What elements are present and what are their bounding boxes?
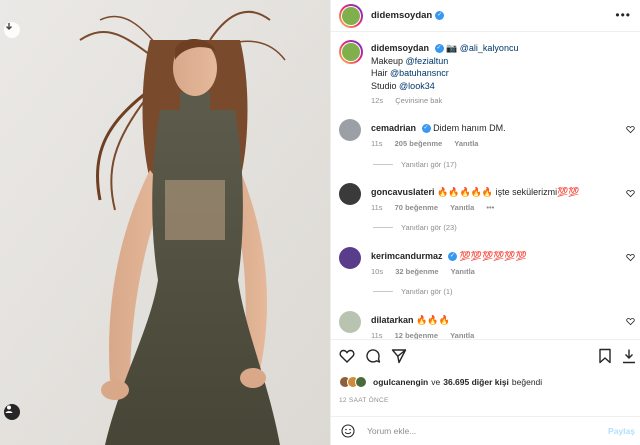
commenter-avatar[interactable] bbox=[339, 247, 361, 269]
comment-likes[interactable]: 32 beğenme bbox=[395, 267, 438, 276]
verified-badge-icon: ✓ bbox=[435, 11, 445, 20]
download-button[interactable] bbox=[4, 22, 20, 38]
verified-badge-icon: ✓ bbox=[434, 44, 444, 54]
commenter-avatar[interactable] bbox=[339, 311, 361, 333]
view-replies-label: Yanıtları gör (17) bbox=[401, 160, 457, 169]
send-icon[interactable] bbox=[391, 348, 407, 364]
comment-more-options[interactable]: ••• bbox=[486, 203, 494, 212]
author-avatar[interactable] bbox=[339, 3, 363, 28]
makeup-label: Makeup bbox=[371, 55, 404, 66]
makeup-mention[interactable]: @fezialtun bbox=[406, 56, 449, 66]
liker-avatar bbox=[355, 376, 367, 388]
hair-label: Hair bbox=[371, 68, 388, 78]
comment-age: 10s bbox=[371, 267, 384, 276]
comment-like-heart-icon[interactable] bbox=[626, 125, 635, 134]
commenter-username[interactable]: cemadrian bbox=[371, 123, 416, 133]
download-icon bbox=[6, 23, 12, 30]
comment-age: 11s bbox=[371, 203, 383, 212]
comment-likes[interactable]: 70 beğenme bbox=[395, 203, 438, 212]
verified-badge-icon: ✓ bbox=[421, 124, 431, 134]
share-comment-button[interactable]: Paylaş bbox=[608, 426, 635, 436]
commenter-avatar[interactable] bbox=[339, 119, 361, 141]
comment-text: Didem hanım DM. bbox=[433, 123, 506, 133]
view-replies-label: Yanıtları gör (1) bbox=[401, 287, 453, 296]
commenter-avatar[interactable] bbox=[339, 183, 361, 205]
view-replies-button[interactable]: Yanıtları gör (23) bbox=[373, 223, 457, 232]
comment-like-heart-icon[interactable] bbox=[626, 253, 635, 262]
commenter-username[interactable]: dilatarkan bbox=[371, 315, 414, 325]
comment-text: 🔥🔥🔥 bbox=[416, 315, 450, 325]
comment-age: 11s bbox=[371, 139, 383, 148]
likes-summary[interactable]: ogulcanengin ve 36.695 diğer kişi beğend… bbox=[339, 376, 542, 388]
comment-icon[interactable] bbox=[365, 348, 381, 364]
comment-like-heart-icon[interactable] bbox=[626, 317, 635, 326]
likes-connector: ve bbox=[431, 377, 441, 387]
action-bar: ogulcanengin ve 36.695 diğer kişi beğend… bbox=[331, 339, 640, 399]
bookmark-icon[interactable] bbox=[597, 348, 613, 364]
comment-input[interactable] bbox=[367, 426, 587, 436]
comment-like-heart-icon[interactable] bbox=[626, 189, 635, 198]
studio-mention[interactable]: @look34 bbox=[399, 81, 435, 91]
comment-text: 🔥🔥🔥🔥🔥 işte sekülerizmi💯💯 bbox=[437, 187, 580, 197]
comment-text: 💯💯💯💯💯💯 bbox=[459, 251, 527, 261]
photographer-mention[interactable]: @ali_kalyoncu bbox=[460, 43, 519, 53]
tagged-users-button[interactable] bbox=[4, 404, 20, 420]
camera-emoji: 📷 bbox=[446, 43, 458, 53]
post-photo-illustration bbox=[0, 0, 330, 445]
add-comment-bar: Paylaş bbox=[331, 416, 640, 445]
caption-age: 12s bbox=[371, 96, 384, 105]
view-replies-button[interactable]: Yanıtları gör (17) bbox=[373, 160, 457, 169]
hair-mention[interactable]: @batuhansncr bbox=[390, 68, 449, 78]
commenter-username[interactable]: kerimcandurmaz bbox=[371, 251, 443, 261]
smiley-icon[interactable] bbox=[341, 424, 355, 438]
reply-button[interactable]: Yanıtla bbox=[454, 139, 478, 148]
view-replies-button[interactable]: Yanıtları gör (1) bbox=[373, 287, 453, 296]
likes-suffix: beğendi bbox=[511, 377, 543, 387]
caption-username[interactable]: didemsoydan bbox=[371, 43, 429, 53]
heart-icon[interactable] bbox=[339, 348, 355, 364]
caption-author-avatar[interactable] bbox=[339, 40, 363, 64]
more-options-icon[interactable]: ••• bbox=[615, 8, 631, 22]
reply-button[interactable]: Yanıtla bbox=[450, 203, 474, 212]
reply-button[interactable]: Yanıtla bbox=[451, 267, 475, 276]
user-icon bbox=[5, 405, 13, 413]
post-timestamp: 12 SAAT ÖNCE bbox=[339, 397, 389, 404]
studio-label: Studio bbox=[371, 80, 397, 91]
view-replies-label: Yanıtları gör (23) bbox=[401, 223, 457, 232]
comment-likes[interactable]: 205 beğenme bbox=[395, 139, 443, 148]
download-icon[interactable] bbox=[621, 348, 637, 364]
translate-link[interactable]: Çevirisine bak bbox=[395, 96, 442, 105]
likes-count[interactable]: 36.695 diğer kişi bbox=[443, 377, 509, 387]
post-photo[interactable] bbox=[0, 0, 330, 445]
post-details-panel: didemsoydan ✓ ••• didemsoydan ✓ 📷 @ali_k… bbox=[330, 0, 640, 445]
post-header: didemsoydan ✓ ••• bbox=[331, 0, 640, 32]
author-username[interactable]: didemsoydan bbox=[371, 10, 432, 21]
verified-badge-icon: ✓ bbox=[448, 252, 458, 262]
liker-username[interactable]: ogulcanengin bbox=[373, 377, 428, 387]
commenter-username[interactable]: goncavuslateri bbox=[371, 187, 435, 197]
